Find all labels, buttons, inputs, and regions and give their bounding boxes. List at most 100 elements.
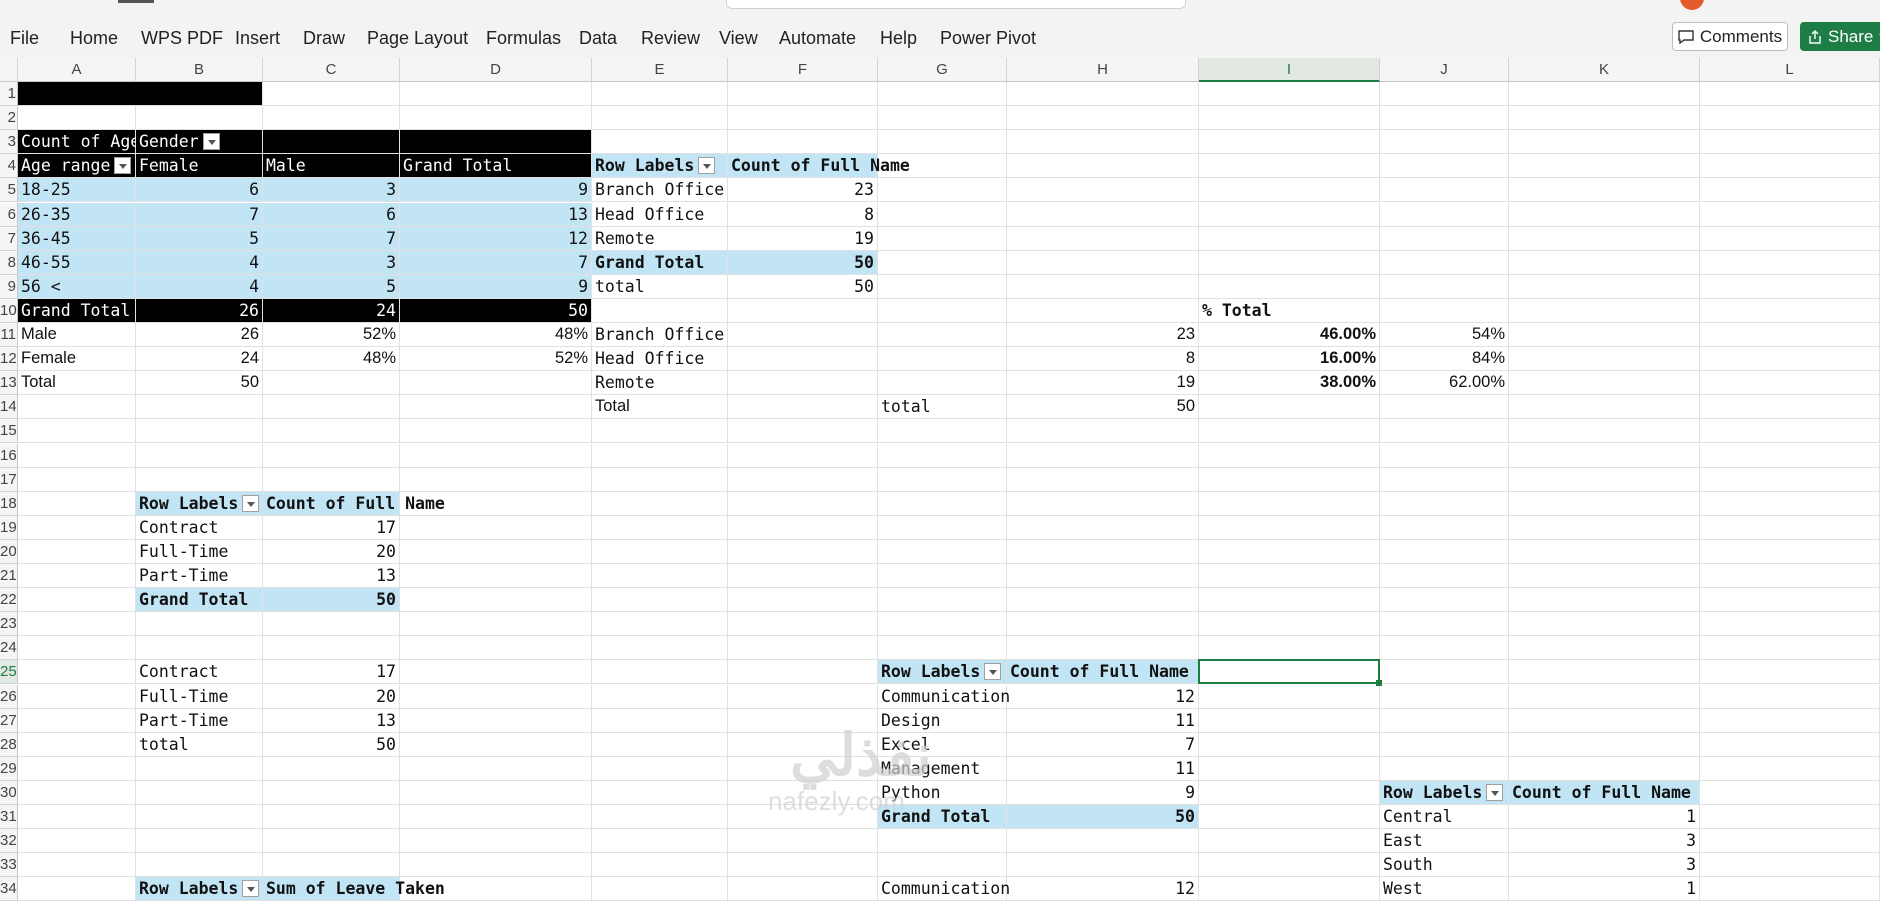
grid-cell[interactable] (1509, 708, 1700, 733)
gender-pct[interactable]: 48% (263, 347, 400, 372)
row-header-14[interactable]: 14 (0, 395, 18, 420)
grid-cell[interactable] (1380, 419, 1509, 444)
row-header-15[interactable]: 15 (0, 419, 18, 444)
pivot-value[interactable]: 6 (263, 202, 400, 227)
pivot-value-header[interactable]: Sum of Leave Taken (263, 877, 445, 902)
pivot-grand-total-value[interactable]: 50 (400, 298, 592, 323)
active-cell-selection[interactable] (1198, 659, 1382, 687)
office-pct-label[interactable]: Head Office (592, 347, 728, 372)
grid-cell[interactable] (263, 106, 400, 131)
black-banner[interactable] (18, 82, 263, 107)
grid-cell[interactable] (1007, 539, 1199, 564)
tab-automate[interactable]: Automate (779, 28, 856, 49)
grid-cell[interactable] (728, 82, 878, 107)
contract-value[interactable]: 17 (263, 515, 400, 540)
grid-cell[interactable] (18, 829, 136, 854)
pivot-row-labels[interactable]: Row Labels (136, 491, 263, 516)
grid-cell[interactable] (1199, 539, 1380, 564)
grid-cell[interactable] (592, 564, 728, 589)
grid-cell[interactable] (263, 371, 400, 396)
office-pct-label[interactable]: Branch Office (592, 323, 728, 348)
grid-cell[interactable] (18, 395, 136, 420)
grid-cell[interactable] (1700, 829, 1880, 854)
grid-cell[interactable] (136, 106, 263, 131)
grid-cell[interactable] (592, 732, 728, 757)
grid-cell[interactable] (263, 756, 400, 781)
skill-value[interactable]: 12 (1007, 684, 1199, 709)
grid-cell[interactable] (1199, 732, 1380, 757)
office-total-value[interactable]: 50 (728, 274, 878, 299)
office-pct-value[interactable]: 46.00% (1199, 323, 1380, 348)
pivot-grand-total-value[interactable]: 50 (728, 250, 878, 275)
office-total-value[interactable]: 50 (1007, 395, 1199, 420)
row-header-33[interactable]: 33 (0, 853, 18, 878)
grid-cell[interactable] (263, 395, 400, 420)
grid-cell[interactable] (1380, 732, 1509, 757)
office-total-label[interactable]: total (592, 274, 728, 299)
grid-cell[interactable] (1509, 419, 1700, 444)
grid-cell[interactable] (1700, 756, 1880, 781)
grid-cell[interactable] (592, 443, 728, 468)
gender-label[interactable]: Female (18, 347, 136, 372)
column-header-b[interactable]: B (136, 58, 263, 82)
gender-pct[interactable]: 52% (263, 323, 400, 348)
skill-value[interactable]: 9 (1007, 780, 1199, 805)
skill-value[interactable]: 11 (1007, 708, 1199, 733)
grid-cell[interactable] (1700, 660, 1880, 685)
grid-cell[interactable] (728, 395, 878, 420)
pivot-value[interactable]: 9 (400, 274, 592, 299)
tab-page-layout[interactable]: Page Layout (367, 28, 468, 49)
tab-help[interactable]: Help (880, 28, 917, 49)
grid-cell[interactable] (1199, 178, 1380, 203)
grid-cell[interactable] (1700, 684, 1880, 709)
skill-label[interactable]: Communication (878, 684, 1010, 709)
pivot-value-header[interactable]: Count of Full Name (263, 491, 445, 516)
grid-cell[interactable] (1509, 588, 1700, 613)
pct-total-header[interactable]: % Total (1199, 298, 1380, 323)
region-label[interactable]: East (1380, 829, 1509, 854)
pivot-grand-total-value[interactable]: 26 (136, 298, 263, 323)
grid-cell[interactable] (878, 443, 1007, 468)
grid-cell[interactable] (1380, 274, 1509, 299)
grid-cell[interactable] (1700, 178, 1880, 203)
filter-dropdown-icon[interactable] (202, 133, 220, 151)
tab-view[interactable]: View (719, 28, 758, 49)
office-pct-value[interactable]: 38.00% (1199, 371, 1380, 396)
office-pct-other[interactable]: 62.00% (1380, 371, 1509, 396)
office-pct-label[interactable]: Remote (592, 371, 728, 396)
grid-cell[interactable] (728, 684, 878, 709)
pivot-grand-total-label[interactable]: Grand Total (136, 588, 263, 613)
grid-cell[interactable] (263, 805, 400, 830)
grid-cell[interactable] (400, 371, 592, 396)
grid-cell[interactable] (592, 298, 728, 323)
column-header-e[interactable]: E (592, 58, 728, 82)
row-header-19[interactable]: 19 (0, 515, 18, 540)
office-total-label[interactable]: Total (592, 395, 728, 420)
grid-cell[interactable] (1007, 82, 1199, 107)
share-button[interactable]: Share (1800, 22, 1880, 51)
grid-cell[interactable] (1007, 154, 1199, 179)
pivot-column-header[interactable]: Male (263, 154, 400, 179)
grid-cell[interactable] (263, 467, 400, 492)
grid-cell[interactable] (1007, 274, 1199, 299)
grid-cell[interactable] (1199, 684, 1380, 709)
pivot-value[interactable]: 7 (136, 202, 263, 227)
row-header-7[interactable]: 7 (0, 226, 18, 251)
filter-dropdown-icon[interactable] (114, 157, 132, 175)
grid-cell[interactable] (878, 515, 1007, 540)
row-header-29[interactable]: 29 (0, 756, 18, 781)
grid-cell[interactable] (1380, 130, 1509, 155)
column-header-f[interactable]: F (728, 58, 878, 82)
grid-cell[interactable] (400, 539, 592, 564)
grid-cell[interactable] (400, 853, 592, 878)
grid-cell[interactable] (1007, 419, 1199, 444)
grid-cell[interactable] (1509, 202, 1700, 227)
grid-cell[interactable] (18, 515, 136, 540)
grid-cell[interactable] (728, 853, 878, 878)
pivot-value[interactable]: 4 (136, 250, 263, 275)
row-header-6[interactable]: 6 (0, 202, 18, 227)
row-header-1[interactable]: 1 (0, 82, 18, 107)
grid-cell[interactable] (18, 467, 136, 492)
grid-cell[interactable] (1199, 82, 1380, 107)
grid-cell[interactable] (878, 612, 1007, 637)
